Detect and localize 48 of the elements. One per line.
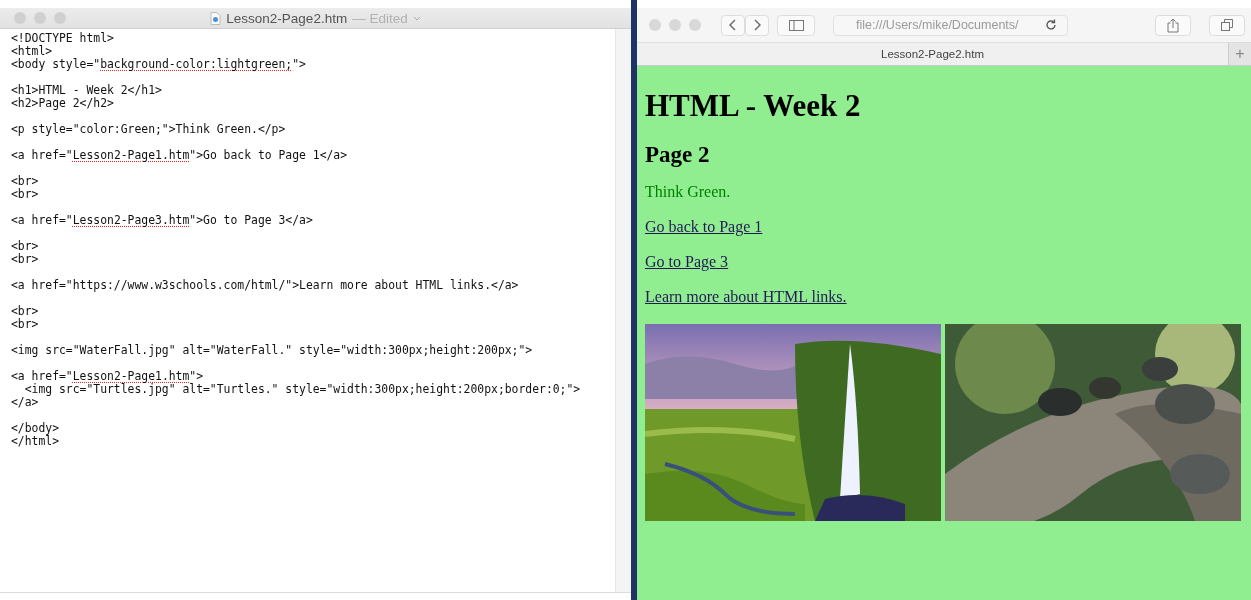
code-line: </body> — [11, 422, 59, 435]
page-subheading: Page 2 — [645, 141, 711, 169]
chevron-icon[interactable] — [412, 15, 421, 21]
code-line: <br> — [11, 175, 39, 188]
close-light[interactable] — [14, 12, 26, 24]
code-line: <img src="Turtles.jpg" alt="Turtles." style="width:300px;height:200px;border:0;"> — [23, 383, 581, 396]
code-line: </a> — [11, 396, 39, 409]
forward-button[interactable] — [745, 14, 769, 36]
zoom-light[interactable] — [689, 19, 701, 31]
code-line: <br> — [11, 188, 39, 201]
code-line: <a href="Lesson2-Page3.htm">Go to Page 3</a> — [11, 214, 313, 227]
close-light[interactable] — [649, 19, 661, 31]
sidebar-icon — [788, 19, 804, 31]
zoom-light[interactable] — [54, 12, 66, 24]
code-line: <p style="color:Green;">Think Green.</p> — [11, 123, 286, 136]
code-line: </html> — [11, 435, 59, 448]
chevron-right-icon — [753, 19, 761, 31]
code-line: <a href="Lesson2-Page1.htm">Go back to Page 1</a> — [11, 149, 348, 162]
code-line: <h2>Page 2</h2> — [11, 97, 114, 110]
page-paragraph: Think Green. — [645, 182, 732, 202]
code-line: <br> — [11, 240, 39, 253]
chevron-left-icon — [729, 19, 737, 31]
code-line: <br> — [11, 253, 39, 266]
minimize-light[interactable] — [34, 12, 46, 24]
reload-icon[interactable] — [1045, 19, 1057, 31]
page-heading: HTML - Week 2 — [645, 88, 862, 124]
sidebar-button[interactable] — [777, 14, 815, 36]
code-line: <!DOCTYPE html> — [11, 32, 114, 45]
code-line: <br> — [11, 318, 39, 331]
code-line: <img src="WaterFall.jpg" alt="WaterFall." style="width:300px;height:200px;"> — [11, 344, 533, 357]
page-link[interactable]: Go back to Page 1 — [645, 217, 763, 237]
share-icon — [1167, 17, 1179, 33]
share-button[interactable] — [1155, 14, 1191, 36]
document-icon — [210, 11, 222, 25]
back-button[interactable] — [721, 14, 745, 36]
tabs-overview-button[interactable] — [1209, 14, 1245, 36]
window-title: Lesson2-Page2.htm — [226, 10, 348, 26]
page-link[interactable]: Learn more about HTML links. — [645, 287, 847, 307]
code-line: <a href="https://www.w3schools.com/html/">Learn more about HTML links.</a> — [11, 279, 519, 292]
page-link[interactable]: Go to Page 3 — [645, 252, 729, 272]
tabs-icon — [1221, 19, 1233, 31]
code-line: <br> — [11, 305, 39, 318]
minimize-light[interactable] — [669, 19, 681, 31]
code-line: <h1>HTML - Week 2</h1> — [11, 84, 162, 97]
code-line: <body style="background-color:lightgreen;"> — [11, 58, 306, 71]
browser-tab[interactable]: Lesson2-Page2.htm — [637, 43, 1228, 65]
code-line: <html> — [11, 45, 53, 58]
code-line: <a href="Lesson2-Page1.htm"> — [11, 370, 204, 383]
